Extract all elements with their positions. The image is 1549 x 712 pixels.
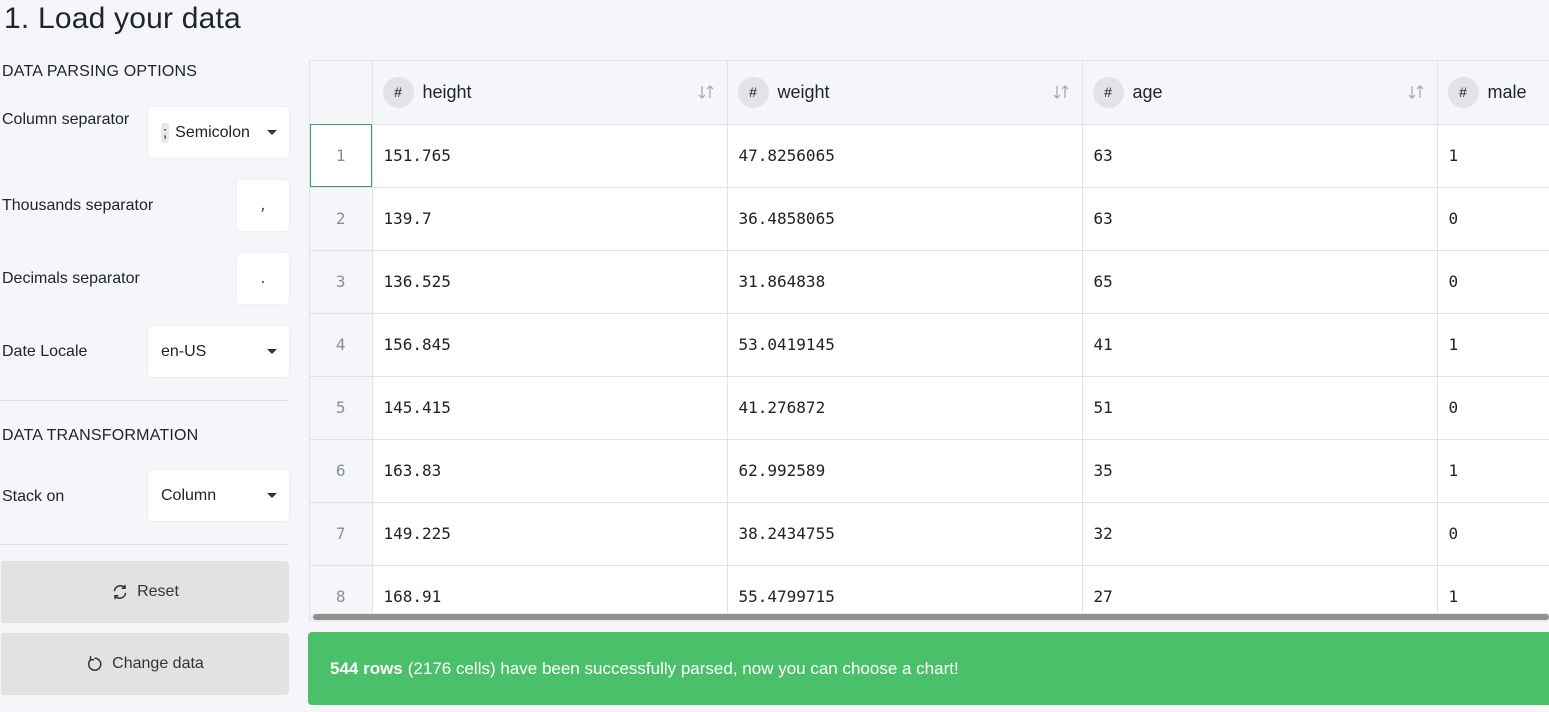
table-cell[interactable]: 32 [1082,502,1438,566]
header-row: # height # weight # age # male [310,61,1549,125]
chevron-down-icon [267,493,277,498]
column-name: height [422,81,472,102]
divider [0,400,289,401]
number-type-badge: # [1092,76,1124,108]
number-type-badge: # [1447,76,1479,108]
transformation-heading: DATA TRANSFORMATION [2,427,199,444]
column-header-male[interactable]: # male [1437,61,1549,125]
chevron-down-icon [267,130,277,135]
row-index[interactable]: 1 [310,124,373,188]
stack-on-select[interactable]: Column [148,470,289,521]
column-name: age [1132,81,1163,102]
table-cell[interactable]: 163.83 [372,439,728,503]
number-type-badge: # [737,76,769,108]
table-cell[interactable]: 63 [1082,187,1438,251]
change-data-button[interactable]: Change data [1,633,289,695]
column-header-height[interactable]: # height [372,61,728,125]
table-cell[interactable]: 41.276872 [727,376,1083,440]
date-locale-value: en-US [161,342,207,360]
table-cell[interactable]: 53.0419145 [727,313,1083,377]
table-cell[interactable]: 51 [1082,376,1438,440]
undo-icon [86,655,104,673]
table-cell[interactable]: 35 [1082,439,1438,503]
table-cell[interactable]: 0 [1437,502,1549,566]
reset-label: Reset [137,583,179,600]
column-name: weight [777,81,830,102]
data-table: # height # weight # age # male 1 151.765… [310,61,1549,621]
status-message: (2176 cells) have been successfully pars… [407,658,959,678]
table-cell[interactable]: 65 [1082,250,1438,314]
thousands-separator-label: Thousands separator [2,197,154,214]
change-data-label: Change data [112,655,204,672]
sort-icon[interactable] [697,83,715,101]
table-cell[interactable]: 36.4858065 [727,187,1083,251]
column-name: male [1487,81,1527,102]
sort-icon[interactable] [1407,83,1425,101]
table-cell[interactable]: 136.525 [372,250,728,314]
table-cell[interactable]: 31.864838 [727,250,1083,314]
table-cell[interactable]: 1 [1437,124,1549,188]
column-separator-text: Semicolon [175,123,250,141]
rows-count: 544 rows [330,658,403,678]
reset-button[interactable]: Reset [1,561,289,623]
page-title: 1. Load your data [4,2,241,35]
table-cell[interactable]: 38.2434755 [727,502,1083,566]
table-row: 4 156.845 53.0419145 41 1 [310,313,1549,377]
table-row: 2 139.7 36.4858065 63 0 [310,187,1549,251]
parsing-options-heading: DATA PARSING OPTIONS [2,63,198,80]
table-cell[interactable]: 1 [1437,439,1549,503]
divider [0,544,289,545]
table-cell[interactable]: 0 [1437,376,1549,440]
separator-glyph: ; [161,122,170,143]
thousands-separator-input[interactable]: , [237,180,289,231]
column-header-age[interactable]: # age [1082,61,1438,125]
index-header [310,61,373,125]
table-cell[interactable]: 139.7 [372,187,728,251]
column-header-weight[interactable]: # weight [727,61,1083,125]
column-separator-value: ; Semicolon [161,122,250,143]
table-cell[interactable]: 145.415 [372,376,728,440]
refresh-icon [111,583,129,601]
row-index[interactable]: 6 [310,439,373,503]
chevron-down-icon [267,349,277,354]
table-row: 7 149.225 38.2434755 32 0 [310,502,1549,566]
row-index[interactable]: 2 [310,187,373,251]
table-cell[interactable]: 0 [1437,250,1549,314]
decimals-separator-input[interactable]: . [237,253,289,304]
date-locale-select[interactable]: en-US [148,326,289,377]
table-cell[interactable]: 41 [1082,313,1438,377]
scrollbar-thumb[interactable] [313,614,1549,620]
table-cell[interactable]: 47.8256065 [727,124,1083,188]
number-type-badge: # [382,76,414,108]
table-row: 1 151.765 47.8256065 63 1 [310,124,1549,188]
table-cell[interactable]: 1 [1437,313,1549,377]
table-cell[interactable]: 0 [1437,187,1549,251]
table-row: 6 163.83 62.992589 35 1 [310,439,1549,503]
row-index[interactable]: 4 [310,313,373,377]
table-cell[interactable]: 156.845 [372,313,728,377]
date-locale-label: Date Locale [2,343,88,360]
row-index[interactable]: 5 [310,376,373,440]
table-cell[interactable]: 149.225 [372,502,728,566]
table-cell[interactable]: 151.765 [372,124,728,188]
sort-icon[interactable] [1052,83,1070,101]
column-separator-label: Column separator [2,111,130,128]
table-cell[interactable]: 63 [1082,124,1438,188]
table-cell[interactable]: 62.992589 [727,439,1083,503]
stack-on-label: Stack on [2,488,65,505]
row-index[interactable]: 7 [310,502,373,566]
decimals-separator-label: Decimals separator [2,270,140,287]
stack-on-value: Column [161,486,217,504]
table-row: 3 136.525 31.864838 65 0 [310,250,1549,314]
column-separator-select[interactable]: ; Semicolon [148,107,289,158]
row-index[interactable]: 3 [310,250,373,314]
data-grid[interactable]: # height # weight # age # male 1 151.765… [309,60,1549,622]
horizontal-scrollbar[interactable] [311,613,1549,622]
parse-success-banner: 544 rows (2176 cells) have been successf… [308,632,1549,705]
table-row: 5 145.415 41.276872 51 0 [310,376,1549,440]
